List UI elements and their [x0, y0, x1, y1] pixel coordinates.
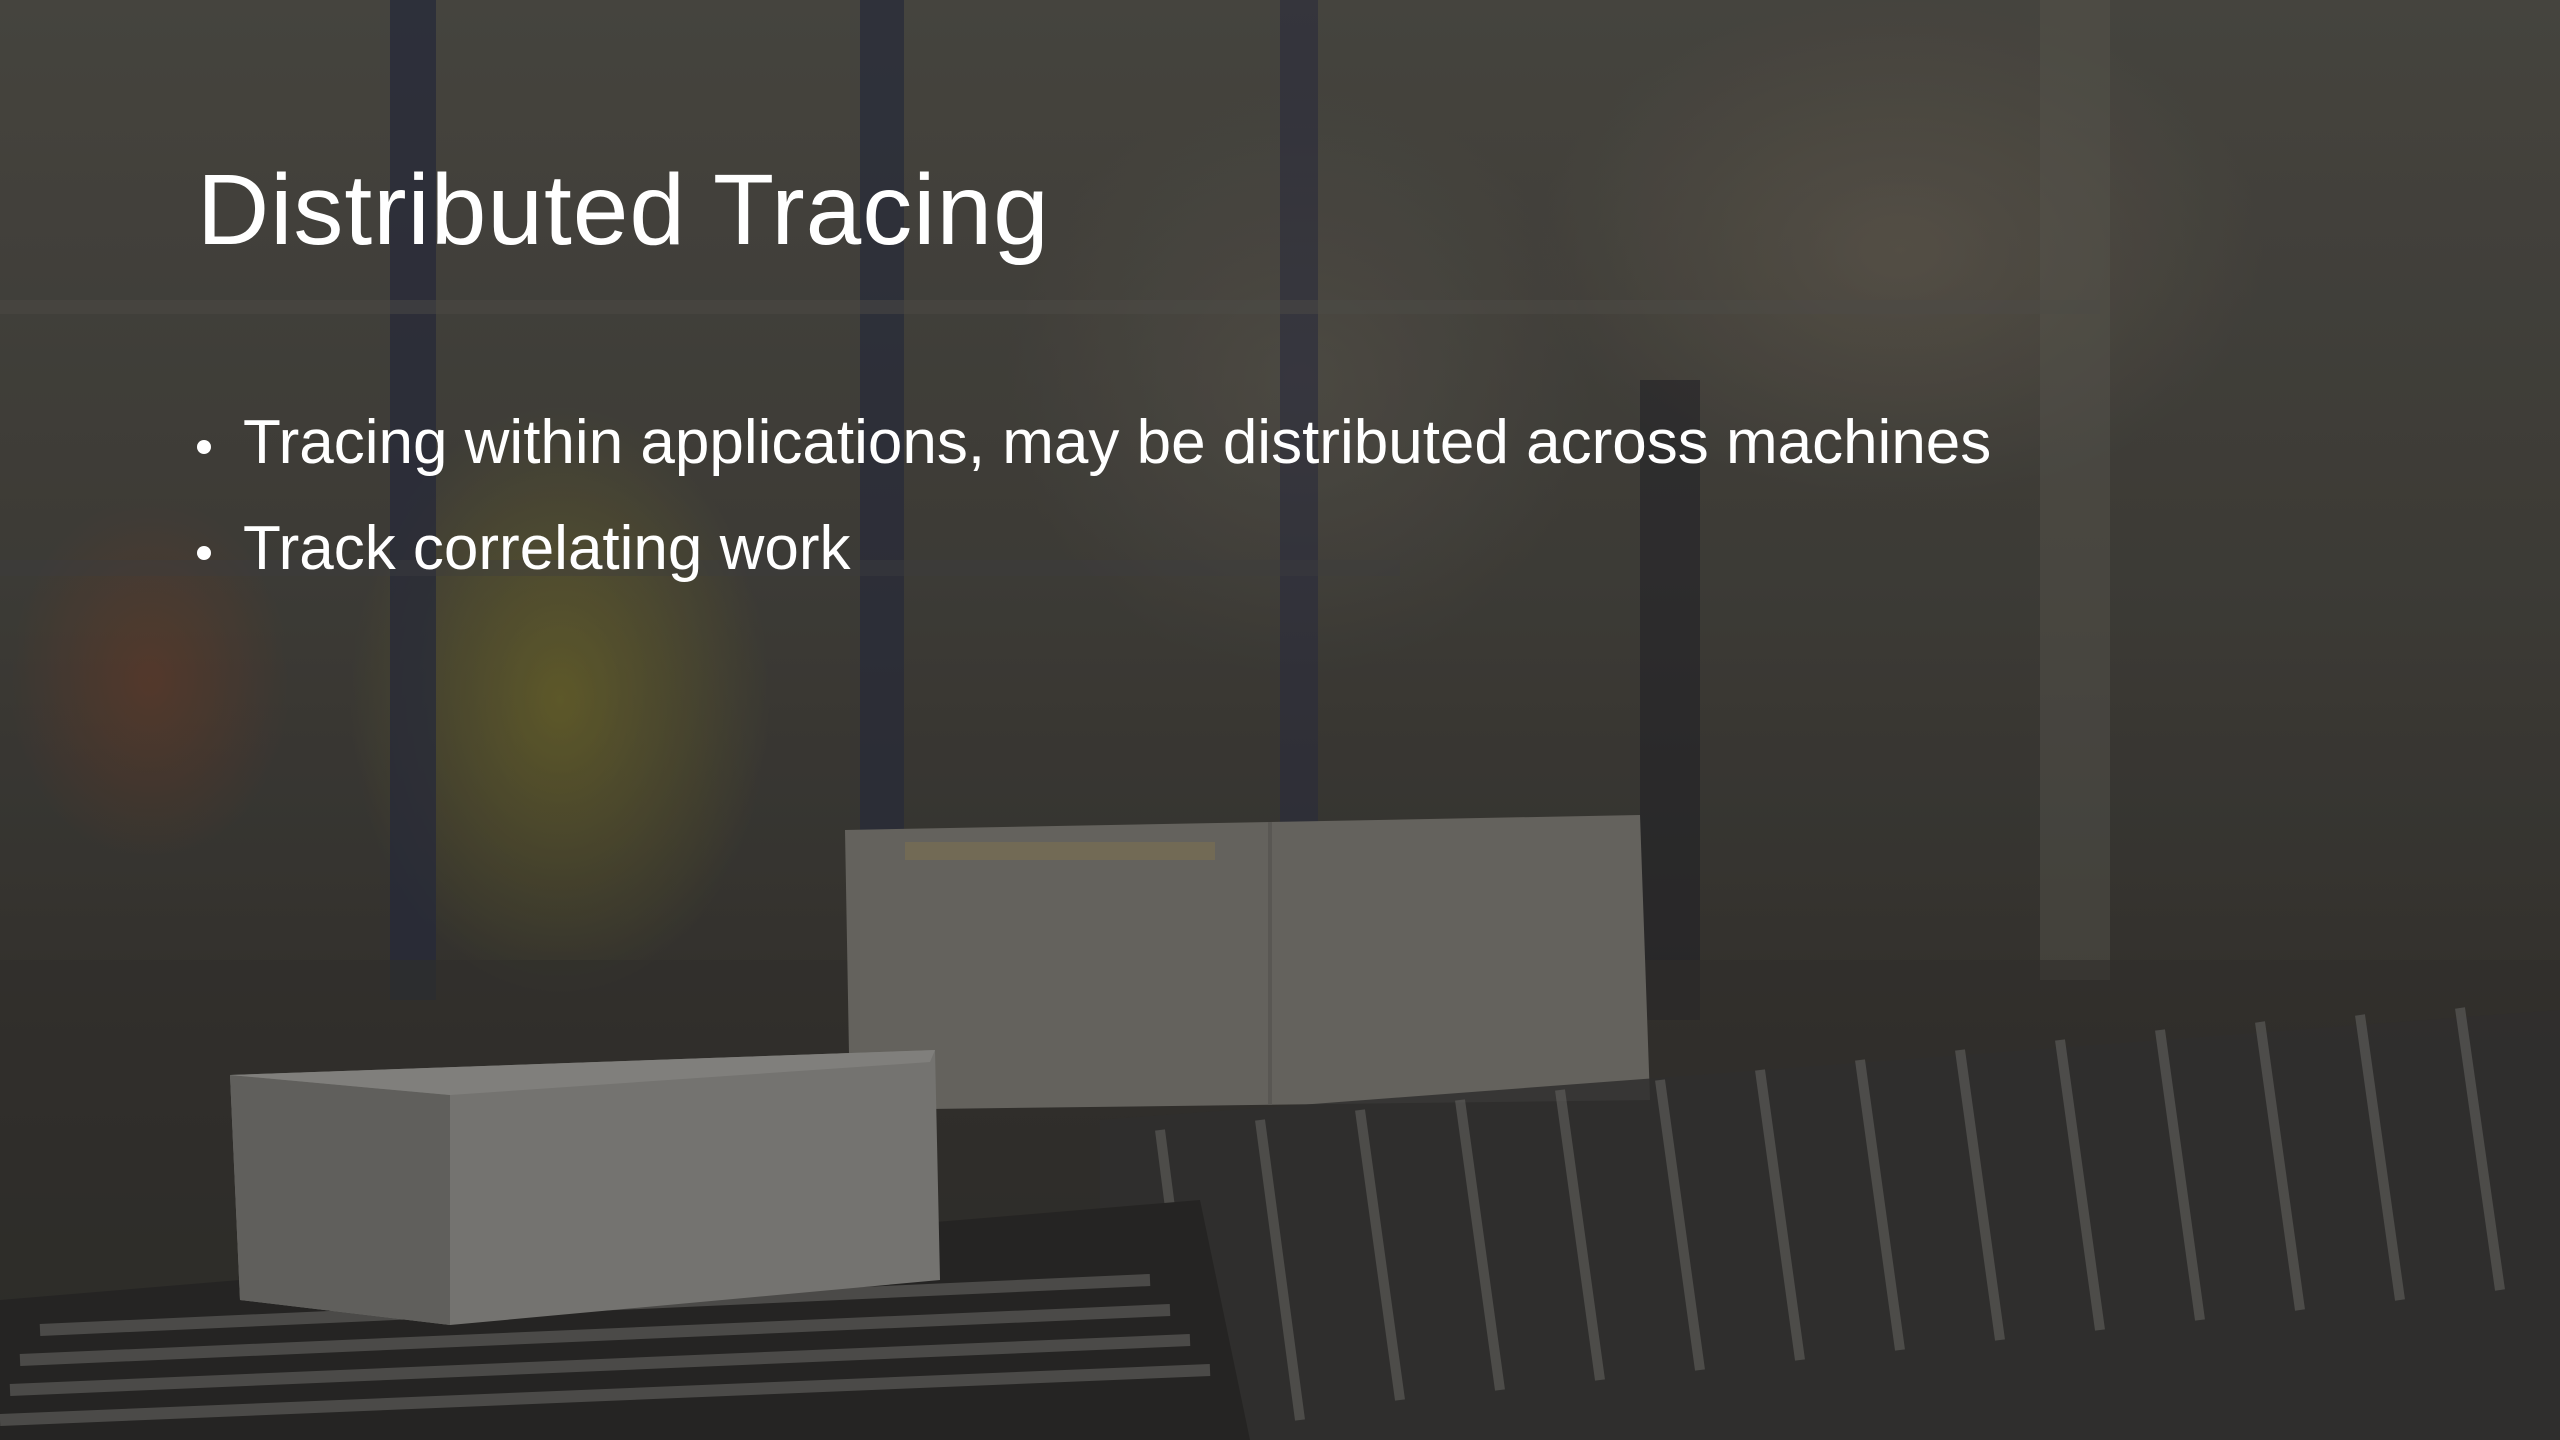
- bullet-dot-icon: [197, 440, 211, 454]
- bullet-item: Track correlating work: [197, 496, 1991, 602]
- bullet-text: Track correlating work: [243, 514, 851, 583]
- slide-title: Distributed Tracing: [197, 154, 1050, 266]
- bullet-list: Tracing within applications, may be dist…: [197, 390, 1991, 602]
- slide: Distributed Tracing Tracing within appli…: [0, 0, 2560, 1440]
- bullet-dot-icon: [197, 546, 211, 560]
- bullet-text: Tracing within applications, may be dist…: [243, 408, 1992, 477]
- bullet-item: Tracing within applications, may be dist…: [197, 390, 1991, 496]
